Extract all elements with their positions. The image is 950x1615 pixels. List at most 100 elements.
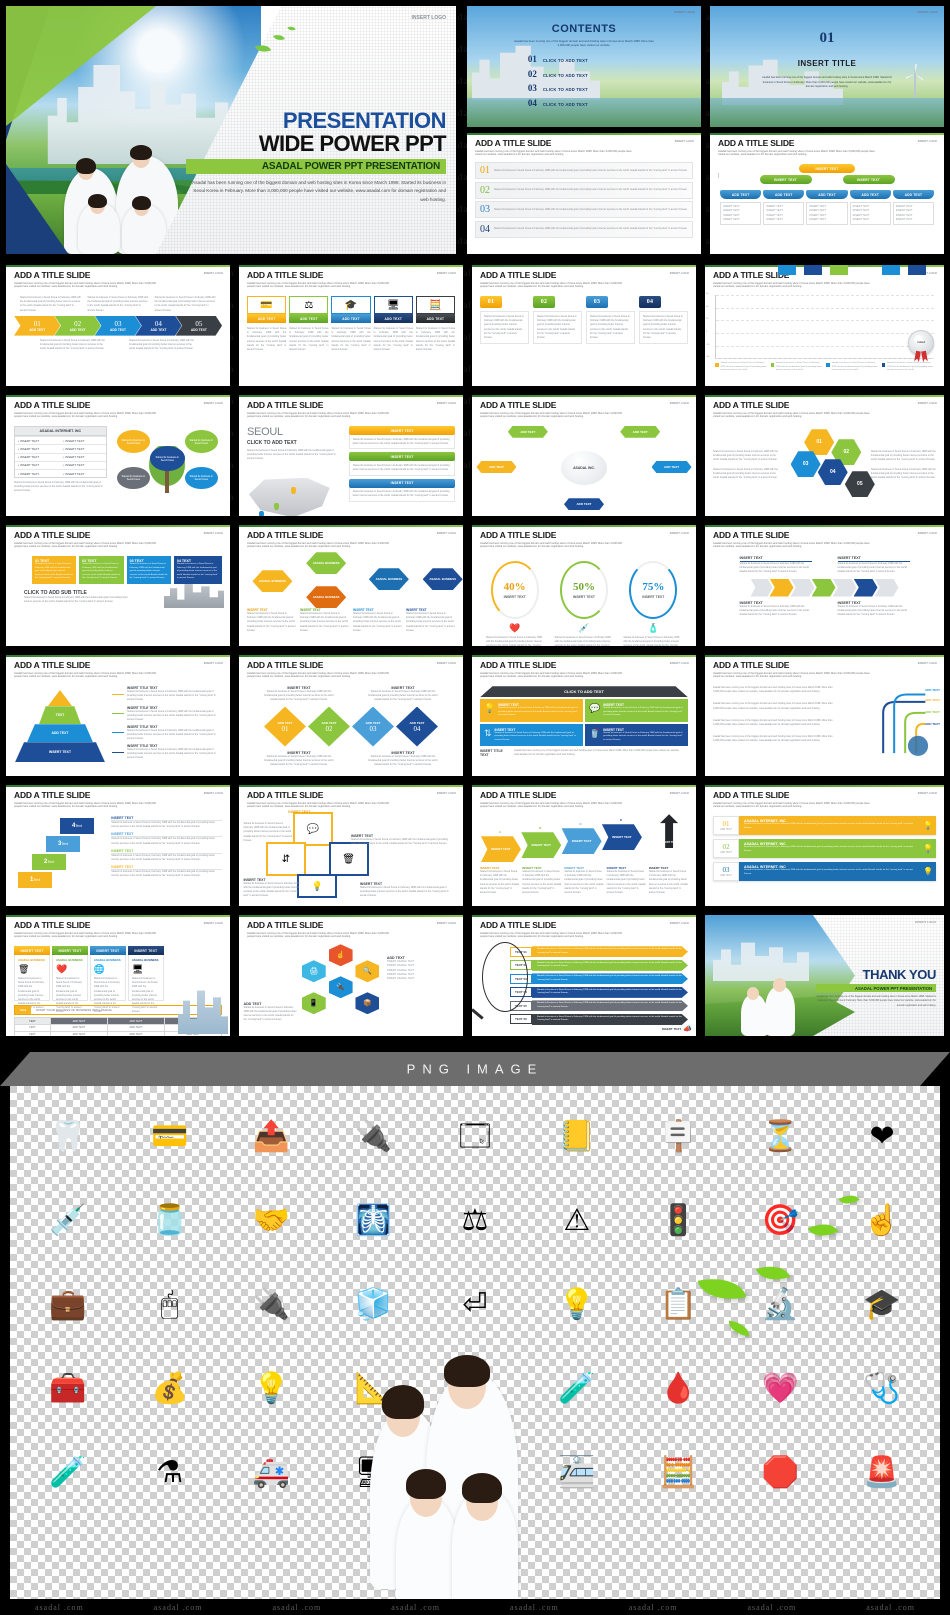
bar-row[interactable]: 02 ADD TEXT ASADAL INTERNET. INC Started it…: [713, 839, 936, 859]
list-item[interactable]: 04 CLICK TO ADD TEXT: [528, 98, 588, 108]
pyramid-level[interactable]: INSERT TEXT: [15, 742, 105, 763]
hex-cell[interactable]: 📦: [355, 992, 380, 1015]
chevron-arrow[interactable]: INSERT TEXT: [480, 836, 521, 863]
slide-section-cover[interactable]: 01 INSERT TITLE Asadal has been running …: [710, 6, 944, 127]
tab-label[interactable]: INSERT TEXT: [51, 946, 88, 956]
stair-step[interactable]: 3 Text: [46, 836, 80, 853]
hex-node[interactable]: ADD TEXT: [651, 461, 692, 473]
arrow-step[interactable]: 02 ADD TEXT: [54, 315, 101, 336]
pyramid-level[interactable]: TEXT: [39, 706, 81, 725]
org-node[interactable]: INSERT TEXT: [842, 175, 895, 185]
puzzle-block[interactable]: 💡: [297, 874, 338, 899]
arrow-step[interactable]: 05 ADD TEXT: [175, 315, 223, 336]
map-panel[interactable]: INSERT TEXT Started its business in Seoul…: [349, 478, 455, 502]
quad-cell[interactable]: ⇅ INSERT TEXT Started its business in Seou…: [480, 723, 583, 747]
flow-node[interactable]: ASADAL BUSINESS: [422, 568, 463, 591]
slide-curve-arrows[interactable]: ADD A TITLE SLIDE Asadal has been running…: [705, 655, 944, 776]
hero-title-slide[interactable]: INSERT LOGO PRESENTATION WIDE POWER PPT …: [6, 6, 456, 254]
chevron-arrow[interactable]: INSERT TEXT: [601, 824, 642, 851]
hex-cell[interactable]: 📱: [301, 992, 326, 1015]
map-panel[interactable]: INSERT TEXT Started its business in Seoul…: [349, 452, 455, 476]
slide-percent-rings[interactable]: ADD A TITLE SLIDE Asadal has been running…: [472, 525, 696, 646]
tab-column[interactable]: 03 Started its business in Seoul Korea in…: [586, 296, 635, 344]
icon-card[interactable]: 🎓 ADD TEXT: [331, 296, 371, 324]
list-item[interactable]: 04 Started its business in Seoul Korea i…: [475, 220, 693, 238]
stair-step[interactable]: 4 Text: [60, 818, 94, 835]
puzzle-block[interactable]: 💬: [292, 812, 333, 847]
slide-hex-cluster[interactable]: ADD A TITLE SLIDE Asadal has been running…: [239, 915, 463, 1036]
hex-node[interactable]: ADD TEXT: [507, 425, 548, 438]
puzzle-block[interactable]: ⇵: [265, 842, 306, 877]
stair-step[interactable]: 1 Text: [18, 872, 52, 889]
flow-node[interactable]: ASADAL BUSINESS: [306, 552, 347, 575]
magnify-row[interactable]: TEXT 01 Started its business in Seoul Kor…: [510, 946, 688, 958]
slide-tab-columns[interactable]: ADD A TITLE SLIDE Asadal has been running…: [472, 265, 696, 386]
chevron-arrow[interactable]: INSERT TEXT: [521, 832, 562, 859]
list-item[interactable]: 01 Started its business in Seoul Korea i…: [475, 162, 693, 180]
quad-cell[interactable]: 🥤 INSERT TEXT Started its business in Seou…: [585, 723, 688, 747]
list-item[interactable]: 03 CLICK TO ADD TEXT: [528, 83, 588, 93]
slide-diamond-numbers[interactable]: ADD A TITLE SLIDE Asadal has been running…: [239, 655, 463, 776]
tab-label[interactable]: INSERT TEXT: [89, 946, 126, 956]
arrow-step[interactable]: 01 ADD TEXT: [14, 315, 61, 336]
hex-cell[interactable]: 🖨: [301, 960, 326, 983]
slide-stairs[interactable]: ADD A TITLE SLIDE Asadal has been running…: [6, 785, 230, 906]
hex-cell[interactable]: 🔍: [355, 960, 380, 983]
flow-node[interactable]: ASADAL BUSINESS: [252, 570, 293, 593]
tree-bubble[interactable]: Started its business in Seoul Korea: [149, 446, 185, 471]
tree-bubble[interactable]: Started its business in Seoul Korea: [116, 466, 150, 490]
slide-icon-cards[interactable]: ADD A TITLE SLIDE Asadal has been running…: [239, 265, 463, 386]
magnify-row[interactable]: TEXT 03 Started its business in Seoul Kor…: [510, 973, 688, 985]
list-item[interactable]: 01 CLICK TO ADD TEXT: [528, 54, 588, 64]
slide-chevron-up[interactable]: ADD A TITLE SLIDE Asadal has been running…: [472, 785, 696, 906]
pyramid-level[interactable]: ADD TEXT: [27, 724, 93, 743]
slide-contents[interactable]: CONTENTS Asadal has been running one of …: [467, 6, 701, 127]
slide-pyramid[interactable]: ADD A TITLE SLIDE Asadal has been running…: [6, 655, 230, 776]
list-item[interactable]: 02 CLICK TO ADD TEXT: [528, 69, 588, 79]
puzzle-block[interactable]: 🗑: [328, 842, 369, 877]
quad-header[interactable]: CLICK TO ADD TEXT: [480, 686, 688, 698]
icon-card[interactable]: 🖥 ADD TEXT: [373, 296, 413, 324]
slide-chevron-ribbon[interactable]: ADD A TITLE SLIDE Asadal has been running…: [705, 525, 944, 646]
org-root[interactable]: INSERT TEXT: [799, 164, 855, 174]
magnify-row[interactable]: TEXT 02 Started its business in Seoul Kor…: [510, 959, 688, 971]
slide-diamond-flow[interactable]: ADD A TITLE SLIDE Asadal has been running…: [239, 525, 463, 646]
slide-org-chart[interactable]: ADD A TITLE SLIDE Asadal has been running…: [710, 133, 944, 254]
ribbon-tab[interactable]: 02 TEXT Started its business in Seoul Kor…: [79, 556, 124, 584]
slide-table-tabs[interactable]: ADD A TITLE SLIDE Asadal has been running…: [6, 915, 230, 1036]
hex-node[interactable]: ADD TEXT: [620, 425, 661, 438]
arrow-step[interactable]: 04 ADD TEXT: [135, 315, 182, 336]
org-node[interactable]: ADD TEXT: [763, 190, 805, 200]
diamond-node[interactable]: ADD TEXT 03: [352, 706, 394, 747]
slide-map[interactable]: ADD A TITLE SLIDE Asadal has been running…: [239, 395, 463, 516]
hex-node[interactable]: ADD TEXT: [564, 498, 604, 511]
magnify-row[interactable]: TEXT 06 Started its business in Seoul Kor…: [510, 1013, 688, 1025]
slide-arrow-steps[interactable]: ADD A TITLE SLIDE Asadal has been running…: [6, 265, 230, 386]
slide-puzzle-blocks[interactable]: ADD A TITLE SLIDE Asadal has been running…: [239, 785, 463, 906]
tab-label[interactable]: INSERT TEXT: [127, 946, 164, 956]
top-arrow[interactable]: INSERT TEXT: [660, 814, 679, 849]
tree-bubble[interactable]: Started its business in Seoul Korea: [184, 466, 218, 490]
diamond-node[interactable]: ADD TEXT 02: [308, 706, 350, 747]
quad-cell[interactable]: 💬 INSERT TEXT Started its business in Seou…: [585, 699, 688, 722]
stair-step[interactable]: 2 Text: [32, 854, 66, 871]
slide-hex-cluster-center[interactable]: ADD A TITLE SLIDE Asadal has been running…: [705, 395, 944, 516]
chevron-arrow[interactable]: INSERT TEXT: [561, 828, 602, 855]
icon-card[interactable]: 💳 ADD TEXT: [247, 296, 287, 324]
slide-colored-bars[interactable]: ADD A TITLE SLIDE Asadal has been running…: [705, 785, 944, 906]
ribbon-tab[interactable]: 04 TEXT Started its business in Seoul Kor…: [173, 556, 223, 584]
org-node[interactable]: ADD TEXT: [806, 190, 848, 200]
tab-column[interactable]: 04 Started its business in Seoul Korea in…: [639, 296, 688, 344]
bar-row[interactable]: 01 ADD TEXT ASADAL INTERNET. INC Started it…: [713, 816, 936, 836]
quad-cell[interactable]: 💡 INSERT TEXT Started its business in Seou…: [480, 699, 583, 722]
diamond-node[interactable]: ADD TEXT 01: [264, 706, 306, 747]
map-panel[interactable]: INSERT TEXT Started its business in Seoul…: [349, 426, 455, 450]
slide-magnifier-list[interactable]: ADD A TITLE SLIDE Asadal has been running…: [472, 915, 696, 1036]
hex-cell[interactable]: 🔌: [328, 976, 353, 999]
ribbon-tab[interactable]: 01 TEXT Started its business in Seoul Kor…: [32, 556, 77, 584]
list-item[interactable]: 02 Started its business in Seoul Korea i…: [475, 181, 693, 199]
org-node[interactable]: ADD TEXT: [720, 190, 762, 200]
icon-card[interactable]: 🧮 ADD TEXT: [415, 296, 456, 324]
tab-label[interactable]: INSERT TEXT: [14, 946, 50, 956]
ribbon-tab[interactable]: 03 TEXT Started its business in Seoul Kor…: [126, 556, 171, 584]
